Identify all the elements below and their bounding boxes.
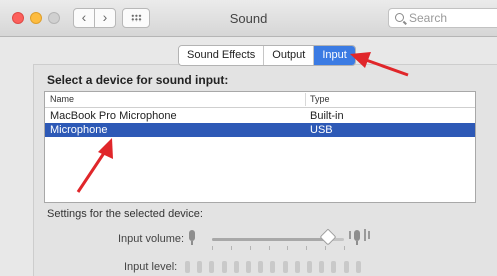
annotation-overlay: [76, 52, 409, 193]
annotation-arrow-microphone-row: [76, 138, 113, 193]
annotation-arrow-input-tab: [350, 52, 409, 77]
